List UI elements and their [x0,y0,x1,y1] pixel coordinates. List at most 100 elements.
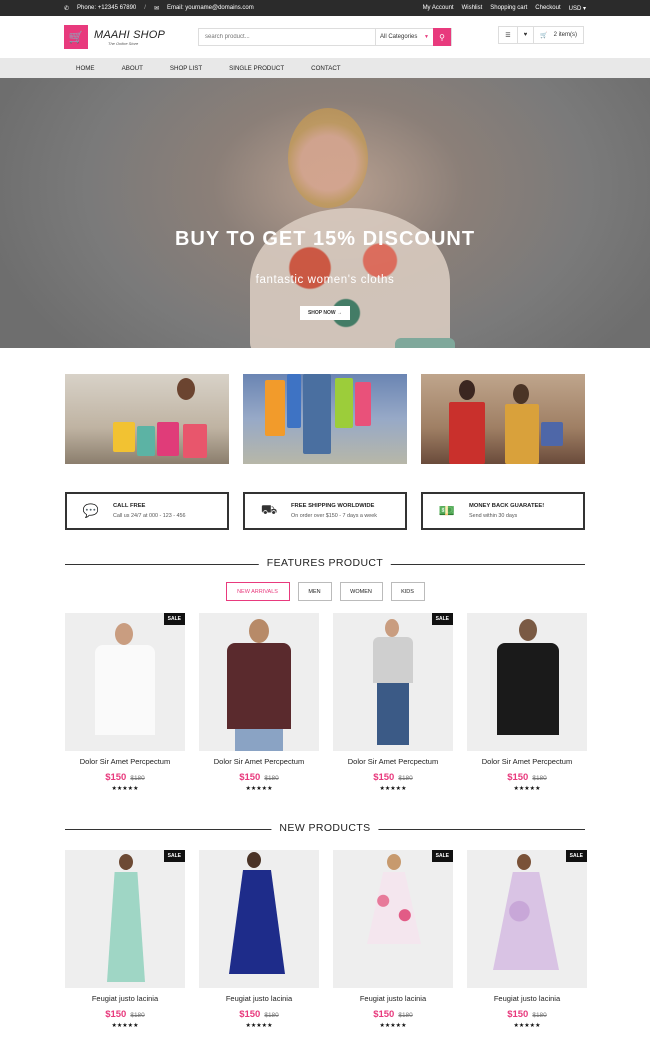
product-image[interactable]: SALE [467,850,587,988]
product-image[interactable]: SALE [333,613,453,751]
nav-single-product[interactable]: SINGLE PRODUCT [229,65,284,72]
search-button[interactable]: ⚲ [433,28,451,46]
top-bar: ✆ Phone: +12345 67890 / ✉ Email: yournam… [0,0,650,16]
product-card[interactable]: Feugiat justo lacinia $150 $180 ★★★★★ [199,850,319,1029]
currency-dropdown[interactable]: USD ▾ [569,5,586,12]
product-image[interactable]: SALE [65,613,185,751]
main-nav: HOME ABOUT SHOP LIST SINGLE PRODUCT CONT… [0,58,650,78]
model-head [517,854,531,870]
hero-title: BUY TO GET 15% DISCOUNT [174,228,476,250]
cart-count: 2 item(s) [553,32,577,38]
current-price: $150 [507,772,529,783]
feature-title: FREE SHIPPING WORLDWIDE [291,503,375,509]
product-image[interactable]: SALE [333,850,453,988]
logo[interactable]: 🛒 MAAHI SHOP The Online Store [64,25,198,49]
product-image[interactable] [199,613,319,751]
featured-product-grid: SALE Dolor Sir Amet Percpectum $150 $180 … [0,613,650,792]
promo-banner-shopping-bags[interactable] [243,374,407,464]
product-card[interactable]: Dolor Sir Amet Percpectum $150 $180 ★★★★★ [199,613,319,792]
blue-bag [287,374,301,428]
cart-button[interactable]: 🛒 2 item(s) [533,27,583,43]
caret-icon: ▼ [424,34,429,40]
promo-banner-two-women[interactable] [421,374,585,464]
old-price: $180 [532,775,547,782]
product-name[interactable]: Feugiat justo lacinia [333,994,453,1003]
product-name[interactable]: Feugiat justo lacinia [65,994,185,1003]
shop-now-label: SHOP NOW [307,310,336,316]
product-name[interactable]: Feugiat justo lacinia [199,994,319,1003]
product-card[interactable]: SALE Feugiat justo lacinia $150 $180 ★★★★… [65,850,185,1029]
tab-kids[interactable]: KIDS [390,582,425,601]
nav-about[interactable]: ABOUT [122,65,143,72]
product-card[interactable]: SALE Feugiat justo lacinia $150 $180 ★★★★… [467,850,587,1029]
woman2-head [513,384,529,404]
product-card[interactable]: SALE Dolor Sir Amet Percpectum $150 $180 … [333,613,453,792]
model-head [519,619,537,641]
jeans [303,374,331,454]
product-name[interactable]: Dolor Sir Amet Percpectum [199,757,319,766]
product-card[interactable]: SALE Feugiat justo lacinia $150 $180 ★★★★… [333,850,453,1029]
product-name[interactable]: Dolor Sir Amet Percpectum [65,757,185,766]
feature-desc: Call us 24/7 at 000 - 123 - 456 [113,513,186,519]
woman1-head [459,380,475,400]
product-name[interactable]: Dolor Sir Amet Percpectum [333,757,453,766]
old-price: $180 [264,1012,279,1019]
product-price: $150 $180 [467,1009,587,1020]
product-price: $150 $180 [65,772,185,783]
wishlist-button[interactable]: ♥ [516,27,534,43]
site-header: 🛒 MAAHI SHOP The Online Store All Catego… [0,16,650,58]
rating-stars: ★★★★★ [513,1023,541,1029]
wishlist-link[interactable]: Wishlist [462,5,483,11]
product-card[interactable]: SALE Dolor Sir Amet Percpectum $150 $180 … [65,613,185,792]
nav-shop-list[interactable]: SHOP LIST [170,65,202,72]
product-card[interactable]: Dolor Sir Amet Percpectum $150 $180 ★★★★★ [467,613,587,792]
product-image[interactable] [467,613,587,751]
truck-icon: ⛟ [260,502,278,517]
compare-button[interactable]: ☰ [499,27,516,43]
section-featured-header: FEATURES PRODUCT [65,557,585,571]
old-price: $180 [398,1012,413,1019]
category-select[interactable]: All Categories ▼ [375,29,433,45]
old-price: $180 [130,775,145,782]
money-icon: 💵 [438,503,456,518]
tab-new-arrivals[interactable]: NEW ARRIVALS [225,582,290,601]
current-price: $150 [105,1009,127,1020]
shop-now-button[interactable]: SHOP NOW → [300,306,350,320]
promo-banner-shopping-woman[interactable] [65,374,229,464]
feature-desc: Send within 30 days [469,513,518,519]
grey-tshirt [373,637,413,683]
chat-icon: 💬 [82,503,100,518]
rating-stars: ★★★★★ [245,786,273,792]
arrow-icon: → [337,310,343,316]
nav-contact[interactable]: CONTACT [311,65,340,72]
shopping-cart-link[interactable]: Shopping cart [490,5,527,11]
search-input[interactable] [199,29,375,45]
old-price: $180 [532,1012,547,1019]
feature-call-free: 💬 CALL FREE Call us 24/7 at 000 - 123 - 4… [65,492,229,530]
hero-handbag [395,338,455,348]
product-price: $150 $180 [333,772,453,783]
nav-home[interactable]: HOME [76,65,95,72]
section-title: NEW PRODUCTS [271,822,379,834]
list-icon: ☰ [505,32,511,39]
email-text: Email: yourname@domains.com [166,5,254,11]
search-bar: All Categories ▼ ⚲ [198,28,452,46]
tab-men[interactable]: MEN [297,582,332,601]
purple-bag [541,422,563,446]
product-image[interactable]: SALE [65,850,185,988]
red-bag [183,424,207,458]
product-name[interactable]: Feugiat justo lacinia [467,994,587,1003]
tab-women[interactable]: WOMEN [339,582,383,601]
product-name[interactable]: Dolor Sir Amet Percpectum [467,757,587,766]
product-price: $150 $180 [199,772,319,783]
maroon-tshirt [227,643,291,729]
my-account-link[interactable]: My Account [423,5,454,11]
phone-icon: ✆ [64,5,70,12]
model-head [119,854,133,870]
feature-money-back: 💵 MONEY BACK GUARATEE! Send within 30 day… [421,492,585,530]
phone-text: Phone: +12345 67890 [77,5,137,11]
feature-desc: On order over $150 - 7 days a week [291,513,377,519]
checkout-link[interactable]: Checkout [535,5,560,11]
product-image[interactable] [199,850,319,988]
model-head [249,619,269,643]
